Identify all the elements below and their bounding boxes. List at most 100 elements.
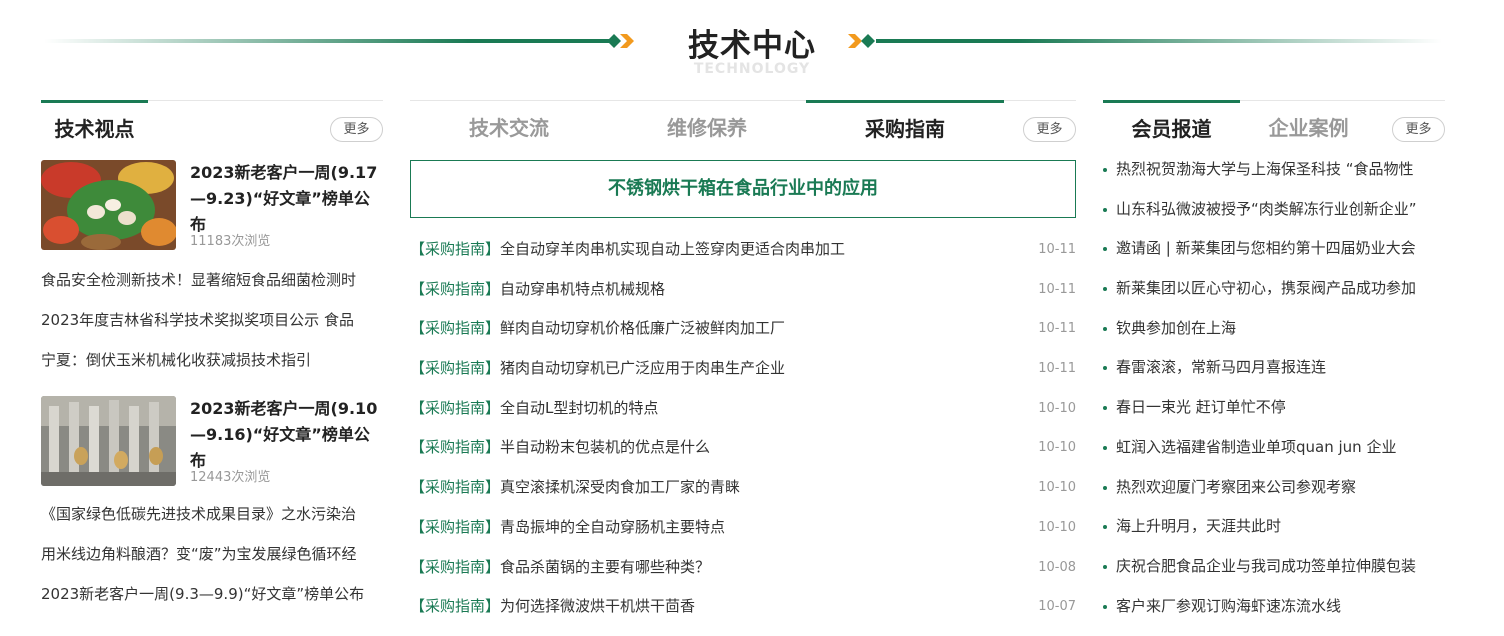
list-item[interactable]: 【采购指南】为何选择微波烘干机烘干茴香 10-07: [410, 587, 1076, 627]
list-item[interactable]: 【采购指南】半自动粉末包装机的优点是什么 10-10: [410, 428, 1076, 468]
item-title[interactable]: 庆祝合肥食品企业与我司成功签单拉伸膜包装: [1116, 557, 1416, 575]
list-item[interactable]: 春日一束光 赶订单忙不停: [1103, 388, 1445, 428]
tab-tech-viewpoint[interactable]: 技术视点: [41, 100, 148, 146]
item-title[interactable]: 海上升明月，天涯共此时: [1116, 517, 1281, 535]
list-item[interactable]: 2023年度吉林省科学技术奖拟奖项目公示 食品: [41, 300, 383, 340]
highlight-article[interactable]: 不锈钢烘干箱在食品行业中的应用: [410, 160, 1076, 218]
tab-purchase-guide[interactable]: 采购指南: [806, 100, 1004, 146]
list-item[interactable]: 用米线边角料酿酒？变“废”为宝发展绿色循环经: [41, 534, 383, 574]
item-title[interactable]: 热烈祝贺渤海大学与上海保圣科技 “食品物性: [1116, 160, 1414, 178]
col1-tabbar: 技术视点 更多: [41, 100, 383, 146]
factory-machine-photo[interactable]: [41, 396, 176, 486]
list-item[interactable]: 【采购指南】食品杀菌锅的主要有哪些种类？ 10-08: [410, 548, 1076, 588]
bullet-icon: [1103, 287, 1107, 292]
list-item[interactable]: 庆祝合肥食品企业与我司成功签单拉伸膜包装: [1103, 547, 1445, 587]
section-title: 技术中心: [688, 28, 816, 64]
category-tag[interactable]: 【采购指南】: [410, 597, 500, 615]
tech-viewpoint-column: 技术视点 更多 2023新老客户一周(9.17—9.23)“好文章”榜单公布 1…: [41, 100, 383, 614]
item-title[interactable]: 春雷滚滚，常新马四月喜报连连: [1116, 358, 1326, 376]
category-tag[interactable]: 【采购指南】: [410, 478, 500, 496]
list-item[interactable]: 【采购指南】鲜肉自动切穿机价格低廉广泛被鲜肉加工厂 10-11: [410, 309, 1076, 349]
list-item[interactable]: 【采购指南】自动穿串机特点机械规格 10-11: [410, 270, 1076, 310]
list-item[interactable]: 客户来厂参观订购海虾速冻流水线: [1103, 587, 1445, 627]
view-count: 11183次浏览: [190, 234, 271, 249]
list-item[interactable]: 热烈祝贺渤海大学与上海保圣科技 “食品物性: [1103, 150, 1445, 190]
list-item[interactable]: 【采购指南】真空滚揉机深受肉食加工厂家的青睐 10-10: [410, 468, 1076, 508]
col2-more-button[interactable]: 更多: [1023, 117, 1076, 142]
category-tag[interactable]: 【采购指南】: [410, 359, 500, 377]
item-date: 10-07: [1038, 599, 1076, 615]
list-item[interactable]: 钦典参加创在上海: [1103, 309, 1445, 349]
list-item[interactable]: 【采购指南】猪肉自动切穿机已广泛应用于肉串生产企业 10-11: [410, 349, 1076, 389]
header-line-right: [876, 39, 1442, 43]
purchase-guide-list: 【采购指南】全自动穿羊肉串机实现自动上签穿肉更适合肉串加工 10-11 【采购指南…: [410, 230, 1076, 627]
tab-maintenance[interactable]: 维修保养: [608, 100, 806, 146]
tab-member-report[interactable]: 会员报道: [1103, 100, 1240, 146]
item-date: 10-10: [1038, 519, 1076, 535]
item-title[interactable]: 山东科弘微波被授予“肉类解冻行业创新企业”: [1116, 200, 1417, 218]
item-title[interactable]: 邀请函 | 新莱集团与您相约第十四届奶业大会: [1116, 239, 1416, 257]
item-title[interactable]: 全自动L型封切机的特点: [500, 399, 658, 417]
tab-company-cases[interactable]: 企业案例: [1240, 100, 1377, 146]
list-item[interactable]: 【采购指南】全自动L型封切机的特点 10-10: [410, 389, 1076, 429]
list-item[interactable]: 2023新老客户一周(9.3—9.9)“好文章”榜单公布: [41, 574, 383, 614]
item-date: 10-08: [1038, 559, 1076, 575]
feature-article[interactable]: 2023新老客户一周(9.17—9.23)“好文章”榜单公布 11183次浏览: [41, 146, 383, 258]
list-item[interactable]: 食品安全检测新技术！显著缩短食品细菌检测时: [41, 260, 383, 300]
item-title[interactable]: 虹润入选福建省制造业单项quan jun 企业: [1116, 438, 1396, 456]
viewpoint-list: 《国家绿色低碳先进技术成果目录》之水污染治 用米线边角料酿酒？变“废”为宝发展绿…: [41, 494, 383, 614]
feature-title[interactable]: 2023新老客户一周(9.10—9.16)“好文章”榜单公布: [190, 396, 383, 474]
list-item[interactable]: 新莱集团以匠心守初心，携泵阀产品成功参加: [1103, 269, 1445, 309]
item-date: 10-10: [1038, 480, 1076, 496]
item-date: 10-11: [1038, 321, 1076, 337]
category-tag[interactable]: 【采购指南】: [410, 518, 500, 536]
category-tag[interactable]: 【采购指南】: [410, 399, 500, 417]
category-tag[interactable]: 【采购指南】: [410, 438, 500, 456]
section-header: 技术中心 TECHNOLOGY: [0, 0, 1504, 90]
item-date: 10-11: [1038, 281, 1076, 297]
item-title[interactable]: 钦典参加创在上海: [1116, 319, 1236, 337]
category-tag[interactable]: 【采购指南】: [410, 240, 500, 258]
item-title[interactable]: 客户来厂参观订购海虾速冻流水线: [1116, 597, 1341, 615]
list-item[interactable]: 【采购指南】青岛振坤的全自动穿肠机主要特点 10-10: [410, 508, 1076, 548]
item-date: 10-10: [1038, 400, 1076, 416]
list-item[interactable]: 虹润入选福建省制造业单项quan jun 企业: [1103, 428, 1445, 468]
item-title[interactable]: 食品杀菌锅的主要有哪些种类？: [500, 558, 710, 576]
category-tag[interactable]: 【采购指南】: [410, 558, 500, 576]
list-item[interactable]: 邀请函 | 新莱集团与您相约第十四届奶业大会: [1103, 229, 1445, 269]
col1-more-button[interactable]: 更多: [330, 117, 383, 142]
col3-more-button[interactable]: 更多: [1392, 117, 1445, 142]
category-tag[interactable]: 【采购指南】: [410, 319, 500, 337]
list-item[interactable]: 宁夏：倒伏玉米机械化收获减损技术指引: [41, 340, 383, 380]
list-item[interactable]: 山东科弘微波被授予“肉类解冻行业创新企业”: [1103, 190, 1445, 230]
item-title[interactable]: 猪肉自动切穿机已广泛应用于肉串生产企业: [500, 359, 785, 377]
item-title[interactable]: 春日一束光 赶订单忙不停: [1116, 398, 1286, 416]
bullet-icon: [1103, 366, 1107, 371]
vegetables-photo[interactable]: [41, 160, 176, 250]
item-title[interactable]: 全自动穿羊肉串机实现自动上签穿肉更适合肉串加工: [500, 240, 845, 258]
bullet-icon: [1103, 604, 1107, 609]
item-title[interactable]: 真空滚揉机深受肉食加工厂家的青睐: [500, 478, 740, 496]
item-date: 10-11: [1038, 242, 1076, 257]
tab-tech-exchange[interactable]: 技术交流: [410, 100, 608, 146]
item-title[interactable]: 热烈欢迎厦门考察团来公司参观考察: [1116, 478, 1356, 496]
bullet-icon: [1103, 406, 1107, 411]
member-report-list: 热烈祝贺渤海大学与上海保圣科技 “食品物性 山东科弘微波被授予“肉类解冻行业创新…: [1103, 150, 1445, 626]
feature-article[interactable]: 2023新老客户一周(9.10—9.16)“好文章”榜单公布 12443次浏览: [41, 382, 383, 494]
list-item[interactable]: 春雷滚滚，常新马四月喜报连连: [1103, 348, 1445, 388]
item-title[interactable]: 为何选择微波烘干机烘干茴香: [500, 597, 695, 615]
item-title[interactable]: 青岛振坤的全自动穿肠机主要特点: [500, 518, 725, 536]
list-item[interactable]: 《国家绿色低碳先进技术成果目录》之水污染治: [41, 494, 383, 534]
col3-tabbar: 会员报道 企业案例 更多: [1103, 100, 1445, 146]
category-tag[interactable]: 【采购指南】: [410, 280, 500, 298]
item-title[interactable]: 鲜肉自动切穿机价格低廉广泛被鲜肉加工厂: [500, 319, 785, 337]
list-item[interactable]: 【采购指南】全自动穿羊肉串机实现自动上签穿肉更适合肉串加工 10-11: [410, 230, 1076, 270]
item-title[interactable]: 半自动粉末包装机的优点是什么: [500, 438, 710, 456]
item-title[interactable]: 自动穿串机特点机械规格: [500, 280, 665, 298]
bullet-icon: [1103, 247, 1107, 252]
list-item[interactable]: 热烈欢迎厦门考察团来公司参观考察: [1103, 468, 1445, 508]
feature-title[interactable]: 2023新老客户一周(9.17—9.23)“好文章”榜单公布: [190, 160, 383, 238]
bullet-icon: [1103, 207, 1107, 212]
item-title[interactable]: 新莱集团以匠心守初心，携泵阀产品成功参加: [1116, 279, 1416, 297]
list-item[interactable]: 海上升明月，天涯共此时: [1103, 507, 1445, 547]
